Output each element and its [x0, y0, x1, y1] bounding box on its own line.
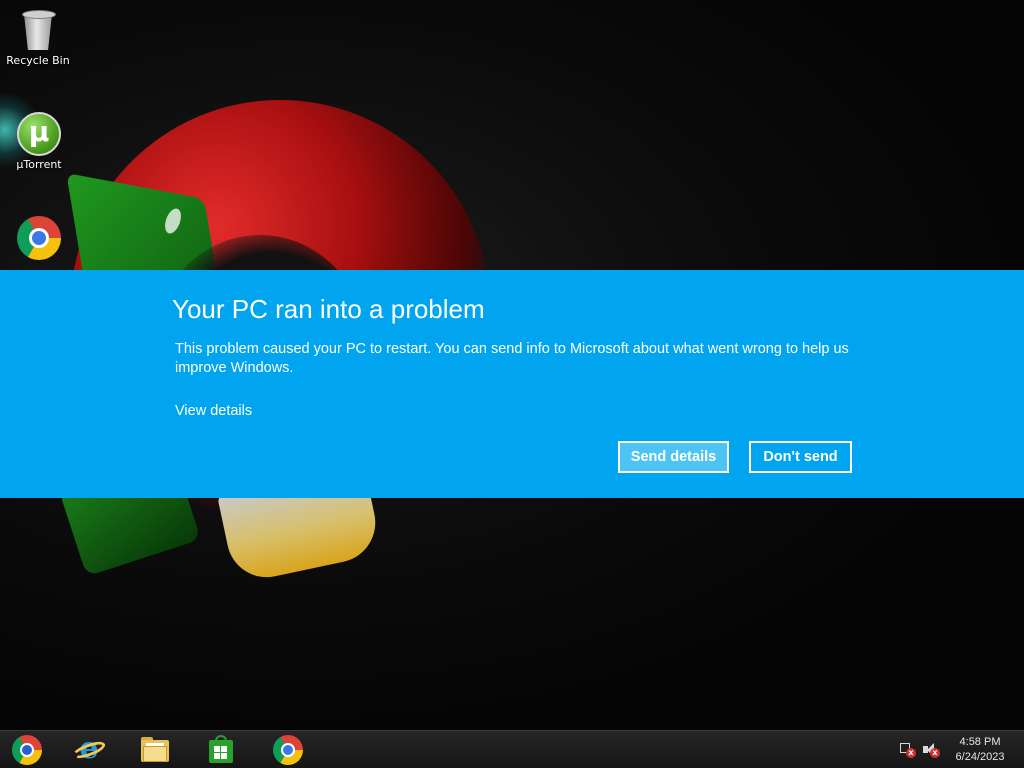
- send-details-button[interactable]: Send details: [618, 441, 729, 473]
- media-player-icon: [12, 735, 42, 765]
- internet-explorer-icon: e: [70, 732, 108, 766]
- taskbar-clock[interactable]: 4:58 PM 6/24/2023: [944, 735, 1016, 765]
- chrome-icon: [17, 216, 61, 260]
- error-dialog: Your PC ran into a problem This problem …: [0, 270, 1024, 498]
- desktop-icon-recycle-bin[interactable]: Recycle Bin: [0, 8, 76, 67]
- dont-send-button[interactable]: Don't send: [749, 441, 852, 473]
- taskbar: e x x 4:58 PM 6/24/2023: [0, 730, 1024, 768]
- taskbar-internet-explorer[interactable]: e: [67, 732, 111, 767]
- taskbar-windows-store[interactable]: [199, 733, 243, 767]
- network-icon[interactable]: x: [898, 741, 916, 759]
- desktop-icon-chrome[interactable]: [1, 216, 77, 262]
- volume-muted-icon[interactable]: x: [922, 741, 940, 759]
- view-details-link[interactable]: View details: [175, 403, 252, 419]
- windows-store-icon: [206, 735, 236, 765]
- utorrent-icon: µ: [17, 112, 61, 156]
- taskbar-chrome[interactable]: [266, 733, 310, 767]
- file-explorer-icon: [140, 735, 170, 765]
- taskbar-media-player[interactable]: [5, 733, 49, 767]
- clock-date: 6/24/2023: [955, 751, 1005, 763]
- taskbar-file-explorer[interactable]: [133, 733, 177, 767]
- recycle-bin-icon: [16, 8, 60, 52]
- chrome-icon: [273, 735, 303, 765]
- desktop-icon-label: Recycle Bin: [6, 54, 70, 67]
- desktop-icon-utorrent[interactable]: µ µTorrent: [1, 112, 77, 171]
- error-message: This problem caused your PC to restart. …: [175, 341, 849, 376]
- error-title: Your PC ran into a problem: [172, 294, 485, 324]
- desktop-icon-label: µTorrent: [16, 158, 62, 171]
- clock-time: 4:58 PM: [959, 736, 1001, 748]
